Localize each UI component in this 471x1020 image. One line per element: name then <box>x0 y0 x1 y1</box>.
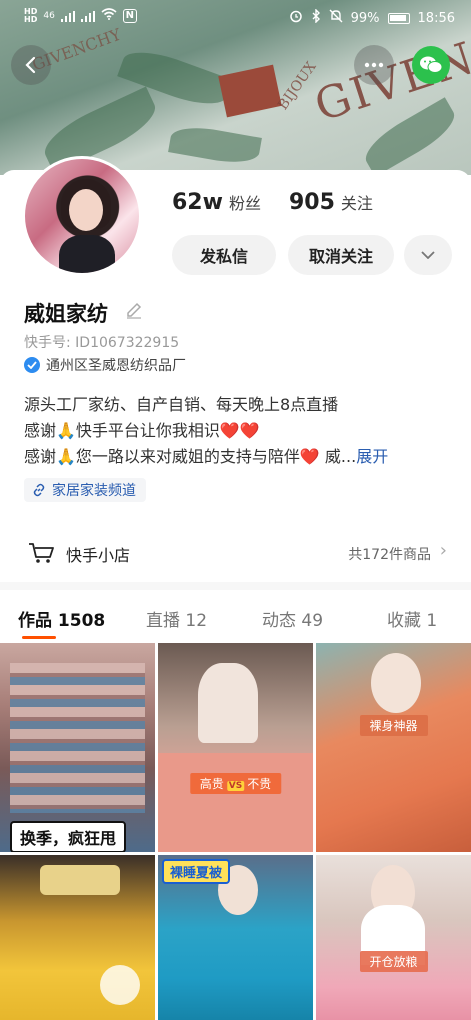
bio-line: 源头工厂家纺、自产自销、每天晚上8点直播 <box>24 395 339 414</box>
content-tabs: 作品 1508 直播 12 动态 49 收藏 1 <box>0 598 471 642</box>
hd-indicator: HD HD <box>24 7 38 24</box>
alarm-icon <box>289 9 303 27</box>
more-icon <box>364 62 384 68</box>
channel-chip[interactable]: 家居家装频道 <box>24 478 146 502</box>
video-tag: 裸睡夏被 <box>162 859 231 884</box>
channel-label: 家居家装频道 <box>52 483 136 499</box>
status-bar: HD HD 46 N 99% 18:56 <box>0 0 471 34</box>
back-arrow-icon <box>25 56 36 74</box>
video-caption: 高贵 VS 不贵 <box>189 773 282 794</box>
expand-recommend-button[interactable] <box>404 235 452 275</box>
brand-logo <box>218 64 282 118</box>
chevron-right-icon: › <box>439 540 447 561</box>
following-stat[interactable]: 905 关注 <box>289 190 373 215</box>
video-caption: 裸身神器 <box>359 715 428 736</box>
signal-icon <box>60 10 75 22</box>
video-thumbnail[interactable] <box>0 855 155 1020</box>
shop-count: 共172件商品 <box>348 547 431 563</box>
battery-percent: 99% <box>350 10 380 26</box>
wechat-icon <box>420 56 443 73</box>
wifi-icon <box>101 8 117 24</box>
section-divider <box>0 582 471 590</box>
message-button[interactable]: 发私信 <box>172 235 276 275</box>
active-tab-indicator <box>22 636 56 639</box>
followers-label: 粉丝 <box>228 194 261 213</box>
video-caption: 开仓放粮 <box>359 951 428 972</box>
following-label: 关注 <box>340 194 373 213</box>
verified-business[interactable]: 通州区圣威恩纺织品厂 <box>24 355 186 375</box>
shop-title: 快手小店 <box>66 546 131 565</box>
battery-icon <box>387 12 410 24</box>
more-button[interactable] <box>354 45 394 85</box>
profile-name: 威姐家纺 <box>24 302 108 326</box>
link-icon <box>33 483 45 497</box>
user-id[interactable]: 快手号: ID1067322915 <box>24 332 179 352</box>
works-grid: 换季，疯狂甩 高贵 VS 不贵 裸身神器 裸睡夏被 开仓放粮 <box>0 643 471 1020</box>
edit-icon[interactable] <box>125 302 143 320</box>
bio-line: 感谢🙏您一路以来对威姐的支持与陪伴❤️ 威...展开 <box>24 447 389 466</box>
tab-moments[interactable]: 动态 49 <box>262 606 323 631</box>
video-title-text: 换季，疯狂甩 <box>10 821 127 852</box>
tab-favorites[interactable]: 收藏 1 <box>387 606 437 631</box>
tab-live[interactable]: 直播 12 <box>146 606 207 631</box>
unfollow-button[interactable]: 取消关注 <box>288 235 394 275</box>
followers-count: 62w <box>172 190 223 215</box>
followers-stat[interactable]: 62w 粉丝 <box>172 190 261 215</box>
verified-icon <box>24 357 40 373</box>
tab-works[interactable]: 作品 1508 <box>18 606 105 631</box>
clock: 18:56 <box>417 10 455 26</box>
video-thumbnail[interactable]: 换季，疯狂甩 <box>0 643 155 852</box>
signal-icon <box>80 10 95 22</box>
shop-entry[interactable]: 快手小店 共172件商品 › <box>0 530 471 576</box>
bio-line: 感谢🙏快手平台让你我相识❤️❤️ <box>24 421 260 440</box>
video-thumbnail[interactable]: 高贵 VS 不贵 <box>158 643 313 852</box>
leaf-decoration <box>168 122 262 168</box>
wechat-share-button[interactable] <box>412 46 450 84</box>
bluetooth-icon <box>311 8 321 27</box>
vs-badge: VS <box>226 781 245 791</box>
profile-bio[interactable]: 源头工厂家纺、自产自销、每天晚上8点直播 感谢🙏快手平台让你我相识❤️❤️ 感谢… <box>24 392 454 470</box>
network-type: 46 <box>43 11 55 21</box>
video-thumbnail[interactable]: 裸身神器 <box>316 643 471 852</box>
chevron-down-icon <box>421 251 435 259</box>
video-thumbnail[interactable]: 裸睡夏被 <box>158 855 313 1020</box>
profile-stats: 62w 粉丝 905 关注 <box>172 190 373 215</box>
mute-icon <box>329 9 343 27</box>
video-thumbnail[interactable]: 开仓放粮 <box>316 855 471 1020</box>
back-button[interactable] <box>11 45 51 85</box>
following-count: 905 <box>288 190 335 215</box>
avatar[interactable] <box>22 156 142 276</box>
expand-bio-link[interactable]: 展开 <box>356 447 388 466</box>
verified-label: 通州区圣威恩纺织品厂 <box>46 358 186 374</box>
nfc-icon: N <box>122 9 137 23</box>
shopping-cart-icon <box>29 543 54 563</box>
